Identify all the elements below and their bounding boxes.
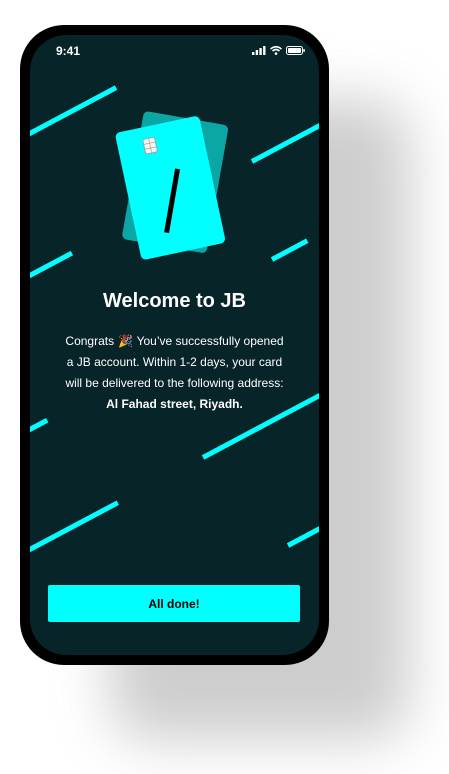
success-text: You’ve successfully opened — [136, 334, 284, 348]
decor-stripe — [30, 418, 49, 434]
delivery-text-line3: will be delivered to the following addre… — [65, 376, 284, 390]
all-done-label: All done! — [148, 596, 200, 611]
delivery-text-line2: a JB account. Within 1-2 days, your card — [66, 355, 283, 369]
welcome-message: Congrats 🎉 You’ve successfully opened a … — [44, 331, 305, 415]
decor-stripe — [286, 524, 319, 548]
delivery-address: Al Fahad street, Riyadh. — [106, 397, 243, 411]
all-done-button[interactable]: All done! — [48, 585, 300, 622]
party-popper-icon: 🎉 — [117, 334, 133, 348]
credit-cards-illustration — [115, 111, 229, 260]
welcome-screen: 9:41 Welcome to JB Congrats 🎉 You’ve suc… — [30, 35, 319, 655]
card-chip-icon — [142, 137, 158, 155]
decor-stripe — [30, 500, 120, 554]
welcome-title: Welcome to JB — [103, 290, 246, 312]
phone-frame: 9:41 Welcome to JB Congrats 🎉 You’ve suc… — [20, 25, 329, 665]
app-preview-stage: 9:41 Welcome to JB Congrats 🎉 You’ve suc… — [0, 0, 449, 774]
congrats-text: Congrats — [65, 334, 115, 348]
